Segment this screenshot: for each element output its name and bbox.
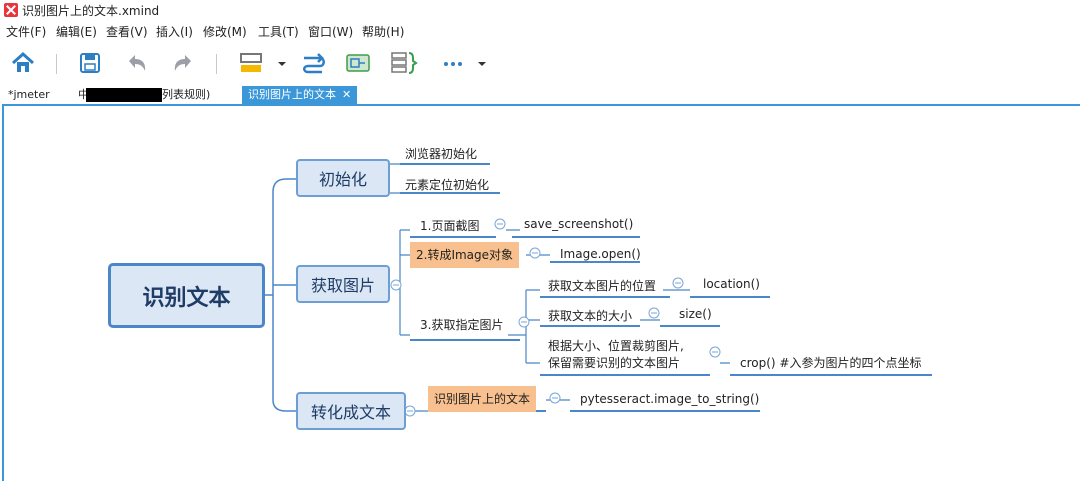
subtopic-to-image-object[interactable]: 2.转成Image对象 bbox=[410, 242, 520, 268]
leaf-location[interactable]: location() bbox=[703, 277, 760, 291]
subtopic-recognize-text[interactable]: 识别图片上的文本 bbox=[428, 386, 537, 412]
leaf-size[interactable]: size() bbox=[679, 307, 712, 321]
root-topic[interactable]: 识别文本 bbox=[108, 263, 265, 328]
topic-to-text[interactable]: 转化成文本 bbox=[296, 392, 406, 430]
subtopic-get-target-image[interactable]: 3.获取指定图片 bbox=[420, 316, 503, 333]
subtopic-crop-line2[interactable]: 保留需要识别的文本图片 bbox=[548, 354, 680, 371]
subtopic-browser-init[interactable]: 浏览器初始化 bbox=[405, 145, 477, 162]
subtopic-get-position[interactable]: 获取文本图片的位置 bbox=[548, 277, 656, 294]
leaf-image-open[interactable]: Image.open() bbox=[560, 247, 641, 261]
leaf-crop[interactable]: crop() #入参为图片的四个点坐标 bbox=[740, 354, 921, 371]
topic-get-image[interactable]: 获取图片 bbox=[296, 265, 390, 303]
topic-init[interactable]: 初始化 bbox=[296, 159, 390, 197]
leaf-save-screenshot[interactable]: save_screenshot() bbox=[524, 217, 633, 231]
leaf-image-to-string[interactable]: pytesseract.image_to_string() bbox=[580, 392, 759, 406]
subtopic-get-size[interactable]: 获取文本的大小 bbox=[548, 307, 632, 324]
subtopic-crop-line1[interactable]: 根据大小、位置裁剪图片, bbox=[548, 337, 684, 354]
subtopic-screenshot[interactable]: 1.页面截图 bbox=[420, 217, 479, 234]
subtopic-element-init[interactable]: 元素定位初始化 bbox=[405, 176, 489, 193]
collapse-markers bbox=[374, 173, 721, 417]
